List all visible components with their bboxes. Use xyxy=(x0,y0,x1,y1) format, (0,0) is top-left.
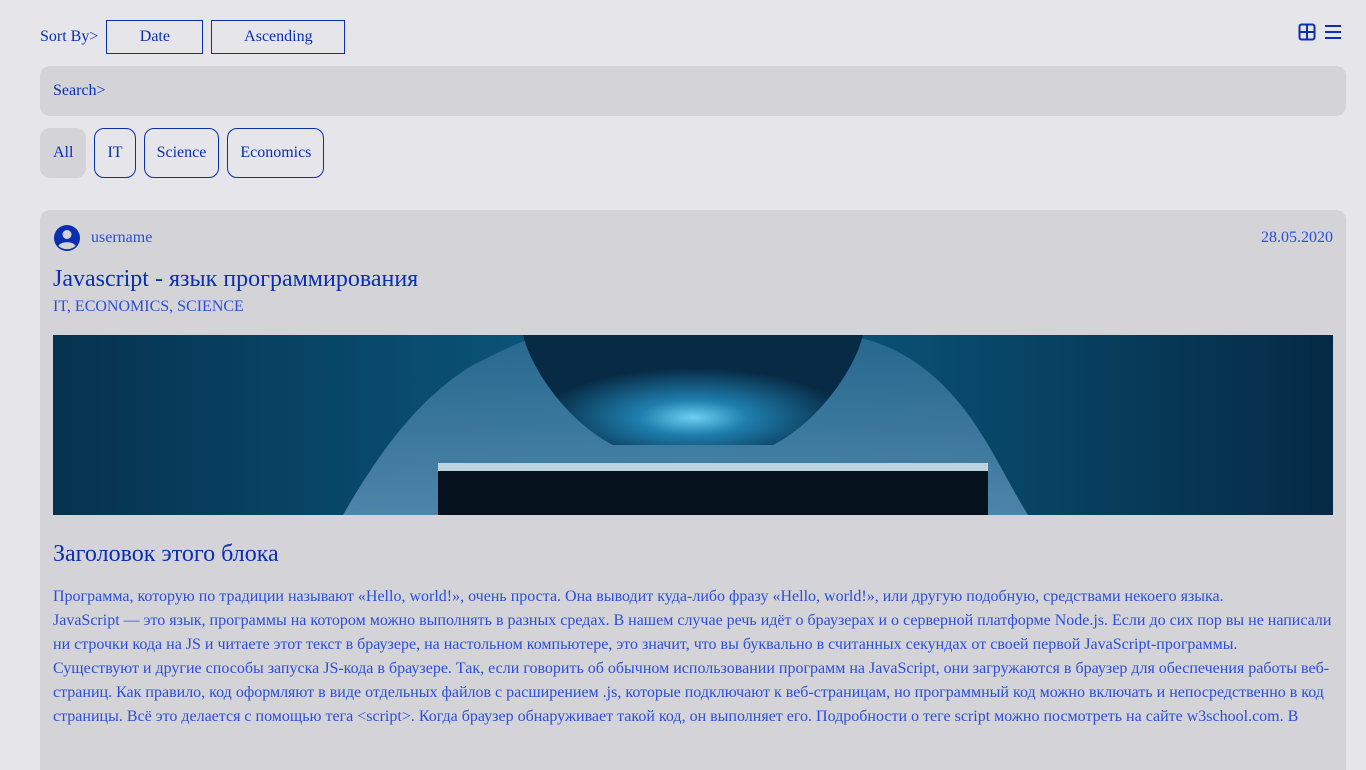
post-username[interactable]: username xyxy=(91,229,152,247)
filter-chip-economics[interactable]: Economics xyxy=(227,128,325,178)
grid-icon[interactable] xyxy=(1298,23,1316,41)
post-header: username 28.05.2020 xyxy=(53,223,1333,253)
filter-chip-all[interactable]: All xyxy=(40,128,87,178)
sort-by-label: Sort By> xyxy=(40,28,99,45)
list-icon[interactable] xyxy=(1324,23,1342,41)
category-filters: All IT Science Economics xyxy=(40,128,325,178)
post-date: 28.05.2020 xyxy=(1261,229,1333,246)
user-avatar-icon xyxy=(54,225,80,251)
post-cover-image xyxy=(53,335,1333,515)
post-card: username 28.05.2020 Javascript - язык пр… xyxy=(40,210,1346,770)
post-title[interactable]: Javascript - язык программирования xyxy=(53,264,1333,294)
sort-order-button[interactable]: Ascending xyxy=(211,20,346,54)
post-author: username xyxy=(53,224,152,252)
search-label: Search> xyxy=(53,82,106,99)
post-paragraph: JavaScript — это язык, программы на кото… xyxy=(53,612,1332,653)
post-tags: IT, ECONOMICS, SCIENCE xyxy=(53,298,244,315)
post-paragraph: Программа, которую по традиции называют … xyxy=(53,588,1224,605)
search-input[interactable] xyxy=(105,66,1346,116)
view-toggle xyxy=(1298,23,1342,41)
filter-chip-science[interactable]: Science xyxy=(143,128,220,178)
sort-field-button[interactable]: Date xyxy=(106,20,204,54)
sort-toolbar: Sort By> Date Ascending xyxy=(40,20,353,54)
search-bar: Search> xyxy=(40,66,1346,116)
post-paragraph: Существуют и другие способы запуска JS-к… xyxy=(53,660,1330,725)
block-title: Заголовок этого блока xyxy=(53,541,279,567)
filter-chip-it[interactable]: IT xyxy=(94,128,136,178)
post-body: Программа, которую по традиции называют … xyxy=(53,585,1333,729)
